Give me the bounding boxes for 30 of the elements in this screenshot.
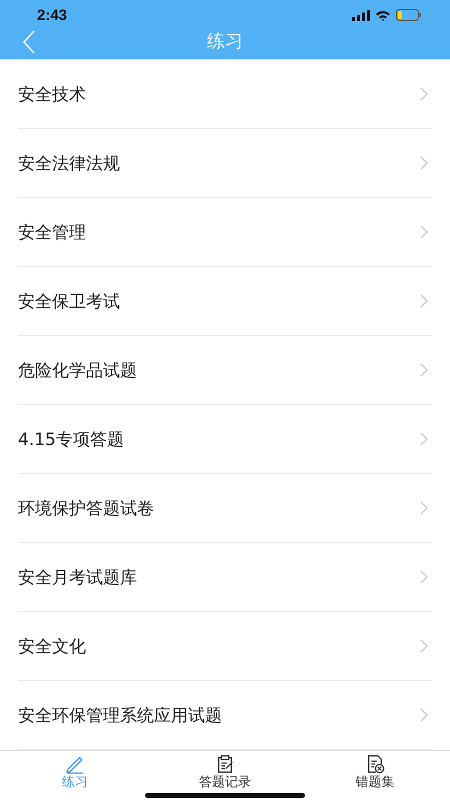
list-item[interactable]: 安全月考试题库 (18, 543, 432, 612)
chevron-icon (420, 363, 428, 378)
wifi-icon (375, 10, 391, 20)
tab[interactable]: 答题记录 (150, 751, 300, 800)
list-item[interactable]: 4.15专项答题 (18, 405, 432, 474)
chevron-icon (420, 501, 428, 516)
list-item[interactable]: 安全法律法规 (18, 129, 432, 198)
signal-icon (352, 10, 370, 20)
chevron-icon (420, 708, 428, 722)
status-time: 2:43 (37, 6, 68, 24)
battery-icon (396, 9, 422, 21)
tab[interactable]: 错题集 (300, 751, 450, 800)
document-x-icon (365, 754, 385, 774)
page-title: 练习 (207, 30, 243, 53)
pencil-icon (65, 754, 85, 774)
chevron-icon (420, 87, 428, 102)
list-item[interactable]: 安全文化 (18, 612, 432, 682)
notepad-icon (215, 754, 235, 774)
chevron-icon (420, 156, 428, 170)
list-item[interactable]: 环境保护答题试卷 (18, 474, 432, 544)
chevron-icon (420, 570, 428, 584)
list-item[interactable]: 危险化学品试题 (18, 336, 432, 406)
chevron-icon (420, 432, 428, 446)
list-item[interactable]: 安全保卫考试 (18, 267, 432, 336)
list-item[interactable]: 安全环保管理系统应用试题 (18, 681, 432, 750)
chevron-icon (420, 225, 428, 240)
chevron-icon (420, 639, 428, 654)
chevron-icon (420, 294, 428, 308)
list-item[interactable]: 安全管理 (18, 198, 432, 268)
list-item[interactable]: 安全技术 (18, 60, 432, 130)
